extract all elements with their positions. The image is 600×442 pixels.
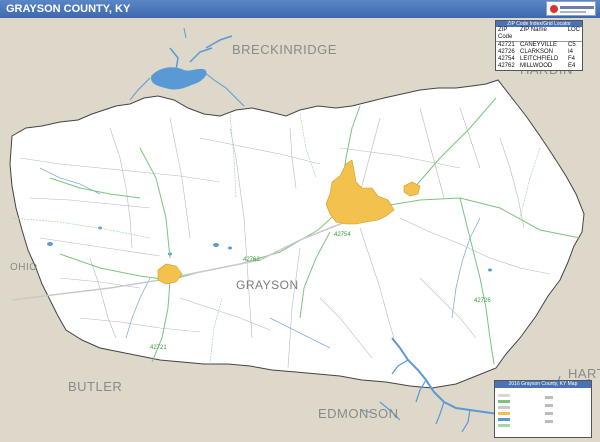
label-ohio: OHIO xyxy=(10,262,38,273)
zip-code: 42754 xyxy=(498,56,515,62)
zip-header-row: ZIP Code ZIP Name LOC xyxy=(496,27,582,42)
label-edmonson: EDMONSON xyxy=(318,406,399,421)
legend-swatch xyxy=(498,418,510,421)
legend-item xyxy=(545,412,555,415)
zip-row: 42726 CLARKSON I4 xyxy=(496,49,582,56)
zip-loc: E4 xyxy=(568,63,576,69)
label-grayson: GRAYSON xyxy=(236,278,299,292)
legend-title: 2016 Grayson County, KY Map xyxy=(495,381,591,388)
zip-row: 42721 CANEYVILLE C5 xyxy=(496,42,582,49)
legend-body xyxy=(495,392,591,437)
label-butler: BUTLER xyxy=(68,379,123,394)
legend-item xyxy=(498,412,512,415)
legend-item xyxy=(545,396,555,399)
legend-item xyxy=(498,424,512,427)
zip-name: LEITCHFIELD xyxy=(520,56,559,62)
legend-swatch xyxy=(498,400,510,403)
legend-swatch xyxy=(545,412,553,415)
zip-row: 42754 LEITCHFIELD F4 xyxy=(496,56,582,63)
zip-label-42726: 42726 xyxy=(474,298,491,304)
legend-item xyxy=(545,420,555,423)
label-hart: HART xyxy=(568,366,600,381)
legend-swatch xyxy=(545,404,553,407)
zip-name: CLARKSON xyxy=(520,49,554,55)
zip-label-42754: 42754 xyxy=(334,232,351,238)
zip-name: CANEYVILLE xyxy=(520,42,558,48)
map-legend: 2016 Grayson County, KY Map xyxy=(494,380,592,438)
zip-col-loc: LOC xyxy=(567,27,580,33)
legend-swatch xyxy=(498,394,510,397)
zip-locator-table: ZIP Code Index/Grid Locator ZIP Code ZIP… xyxy=(495,20,583,71)
legend-swatch xyxy=(545,420,553,423)
legend-swatch xyxy=(498,406,510,409)
zip-row: 42762 MILLWOOD E4 xyxy=(496,63,582,70)
zip-loc: I4 xyxy=(568,49,574,55)
zip-label-42762: 42762 xyxy=(243,257,260,263)
zip-loc: C5 xyxy=(568,42,576,48)
brand-logo xyxy=(546,1,596,16)
zip-code: 42762 xyxy=(498,63,515,69)
title-bar: GRAYSON COUNTY, KY xyxy=(0,0,600,18)
legend-item xyxy=(545,404,555,407)
zip-code: 42726 xyxy=(498,49,515,55)
map-title: GRAYSON COUNTY, KY xyxy=(6,3,131,15)
label-breckinridge: BRECKINRIDGE xyxy=(232,42,337,57)
zip-col-code: ZIP Code xyxy=(498,27,513,40)
zip-code: 42721 xyxy=(498,42,515,48)
zip-col-name: ZIP Name xyxy=(519,27,547,33)
legend-item xyxy=(498,400,512,403)
legend-swatch xyxy=(498,424,510,427)
legend-swatch xyxy=(545,396,553,399)
zip-name: MILLWOOD xyxy=(520,63,553,69)
legend-item xyxy=(498,406,512,409)
legend-item xyxy=(498,418,512,421)
legend-item xyxy=(498,394,512,397)
legend-swatch xyxy=(498,412,510,415)
zip-label-42721: 42721 xyxy=(150,345,167,351)
zip-loc: F4 xyxy=(568,56,576,62)
grayson-county-boundary xyxy=(9,79,585,389)
